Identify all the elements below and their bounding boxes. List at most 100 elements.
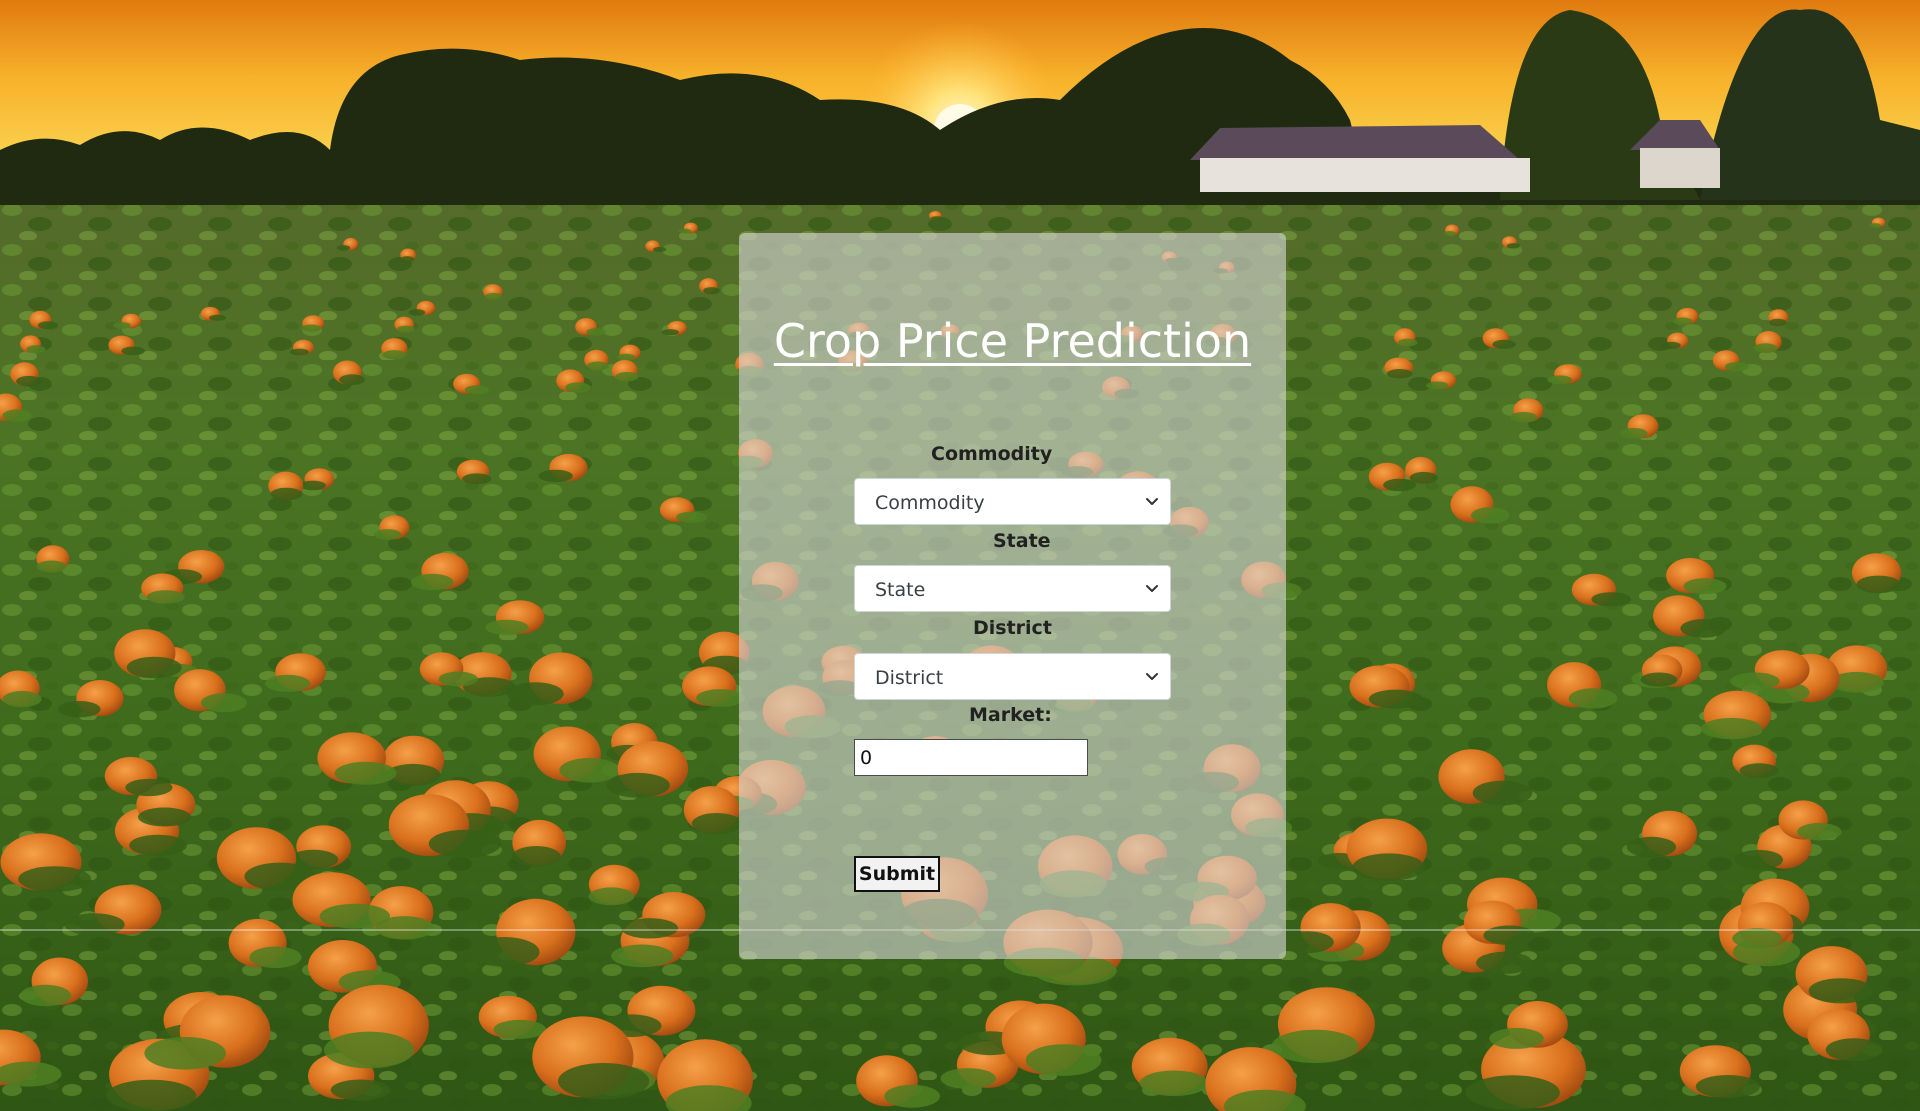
state-select[interactable]: State [854, 565, 1171, 612]
leaf-decoration [1734, 849, 1783, 870]
leaf-decoration [330, 1079, 391, 1101]
leaf-decoration [462, 473, 492, 485]
leaf-decoration [1680, 619, 1727, 638]
leaf-decoration [703, 287, 720, 295]
leaf-decoration [506, 682, 564, 706]
commodity-select[interactable]: Commodity [854, 478, 1171, 525]
leaf-decoration [397, 325, 415, 333]
leaf-decoration [1825, 1038, 1882, 1062]
leaf-decoration [1492, 339, 1516, 349]
leaf-decoration [301, 324, 321, 332]
leaf-decoration [38, 321, 58, 330]
leaf-decoration [1640, 672, 1678, 687]
leaf-decoration [1547, 375, 1573, 385]
leaf-decoration [1683, 578, 1727, 595]
leaf-decoration [410, 573, 454, 591]
leaf-decoration [676, 511, 708, 523]
leaf-decoration [468, 937, 540, 967]
leaf-decoration [1476, 951, 1533, 974]
leaf-decoration [336, 245, 351, 251]
leaf-decoration [1701, 717, 1763, 740]
district-select[interactable]: District [854, 653, 1171, 700]
leaf-decoration [484, 292, 503, 300]
leaf-decoration [113, 322, 131, 329]
leaf-decoration [58, 701, 101, 718]
leaf-decoration [1626, 836, 1677, 858]
leaf-decoration [1271, 1029, 1359, 1064]
leaf-decoration [1386, 369, 1413, 379]
leaf-decoration [1471, 507, 1510, 524]
leaf-decoration [558, 1063, 650, 1100]
leaf-decoration [339, 374, 365, 386]
leaf-decoration [334, 761, 397, 785]
leaf-decoration [1443, 231, 1457, 237]
leaf-decoration [485, 619, 529, 636]
leaf-decoration [299, 480, 327, 491]
leaf-decoration [319, 903, 390, 929]
leaf-decoration [200, 693, 248, 713]
leaf-decoration [588, 887, 635, 906]
leaf-decoration [559, 757, 620, 783]
leaf-decoration [1383, 478, 1417, 492]
leaf-decoration [264, 674, 311, 692]
leaf-decoration [129, 834, 188, 856]
leaf-decoration [940, 1068, 996, 1090]
leaf-decoration [18, 866, 91, 892]
leaf-decoration [1279, 931, 1334, 954]
leaf-decoration [249, 946, 302, 969]
leaf-decoration [678, 228, 692, 234]
leaf-decoration [1695, 1075, 1760, 1099]
leaf-decoration [121, 346, 145, 356]
chevron-down-icon [1146, 498, 1158, 505]
state-select-value: State [875, 579, 926, 601]
state-label: State [993, 530, 1051, 552]
leaf-decoration [125, 778, 173, 797]
page: Crop Price Prediction Commodity Commodit… [0, 0, 1920, 1111]
leaf-decoration [1465, 1075, 1560, 1110]
market-input[interactable] [854, 739, 1088, 776]
leaf-decoration [1472, 780, 1533, 806]
district-select-value: District [875, 667, 944, 689]
leaf-decoration [1398, 338, 1418, 347]
district-label: District [973, 617, 1052, 639]
leaf-decoration [1368, 689, 1423, 709]
chevron-down-icon [1146, 585, 1158, 592]
leaf-decoration [1025, 1044, 1102, 1076]
leaf-decoration [374, 529, 402, 540]
leaf-decoration [1724, 362, 1749, 372]
leaf-decoration [270, 487, 303, 501]
leaf-decoration [138, 807, 191, 827]
leaf-decoration [324, 1031, 415, 1069]
leaf-decoration [1739, 763, 1779, 778]
leaf-decoration [1808, 978, 1874, 1004]
leaf-decoration [1489, 1027, 1544, 1049]
leaf-decoration [615, 372, 639, 382]
prediction-form-card: Crop Price Prediction Commodity Commodit… [739, 233, 1286, 959]
leaf-decoration [1591, 592, 1632, 607]
leaf-decoration [408, 309, 426, 316]
leaf-decoration [20, 984, 71, 1007]
leaf-decoration [1768, 318, 1787, 327]
leaf-decoration [512, 846, 561, 867]
leaf-decoration [1510, 412, 1538, 423]
leaf-decoration [1426, 381, 1449, 390]
leaf-decoration [931, 216, 943, 221]
leaf-decoration [1568, 688, 1618, 709]
leaf-decoration [290, 348, 309, 356]
leaf-decoration [144, 1037, 226, 1070]
leaf-decoration [428, 829, 502, 858]
leaf-decoration [586, 328, 606, 336]
leaf-decoration [1661, 341, 1681, 349]
submit-button[interactable]: Submit [854, 856, 940, 892]
leaf-decoration [661, 329, 679, 336]
leaf-decoration [36, 560, 67, 573]
leaf-decoration [653, 246, 667, 253]
leaf-decoration [616, 353, 636, 361]
leaf-decoration [1506, 243, 1521, 249]
leaf-decoration [1856, 575, 1901, 594]
commodity-label: Commodity [931, 443, 1053, 465]
leaf-decoration [382, 350, 407, 360]
leaf-decoration [1753, 343, 1778, 354]
leaf-decoration [691, 813, 743, 835]
leaf-decoration [1732, 928, 1783, 949]
